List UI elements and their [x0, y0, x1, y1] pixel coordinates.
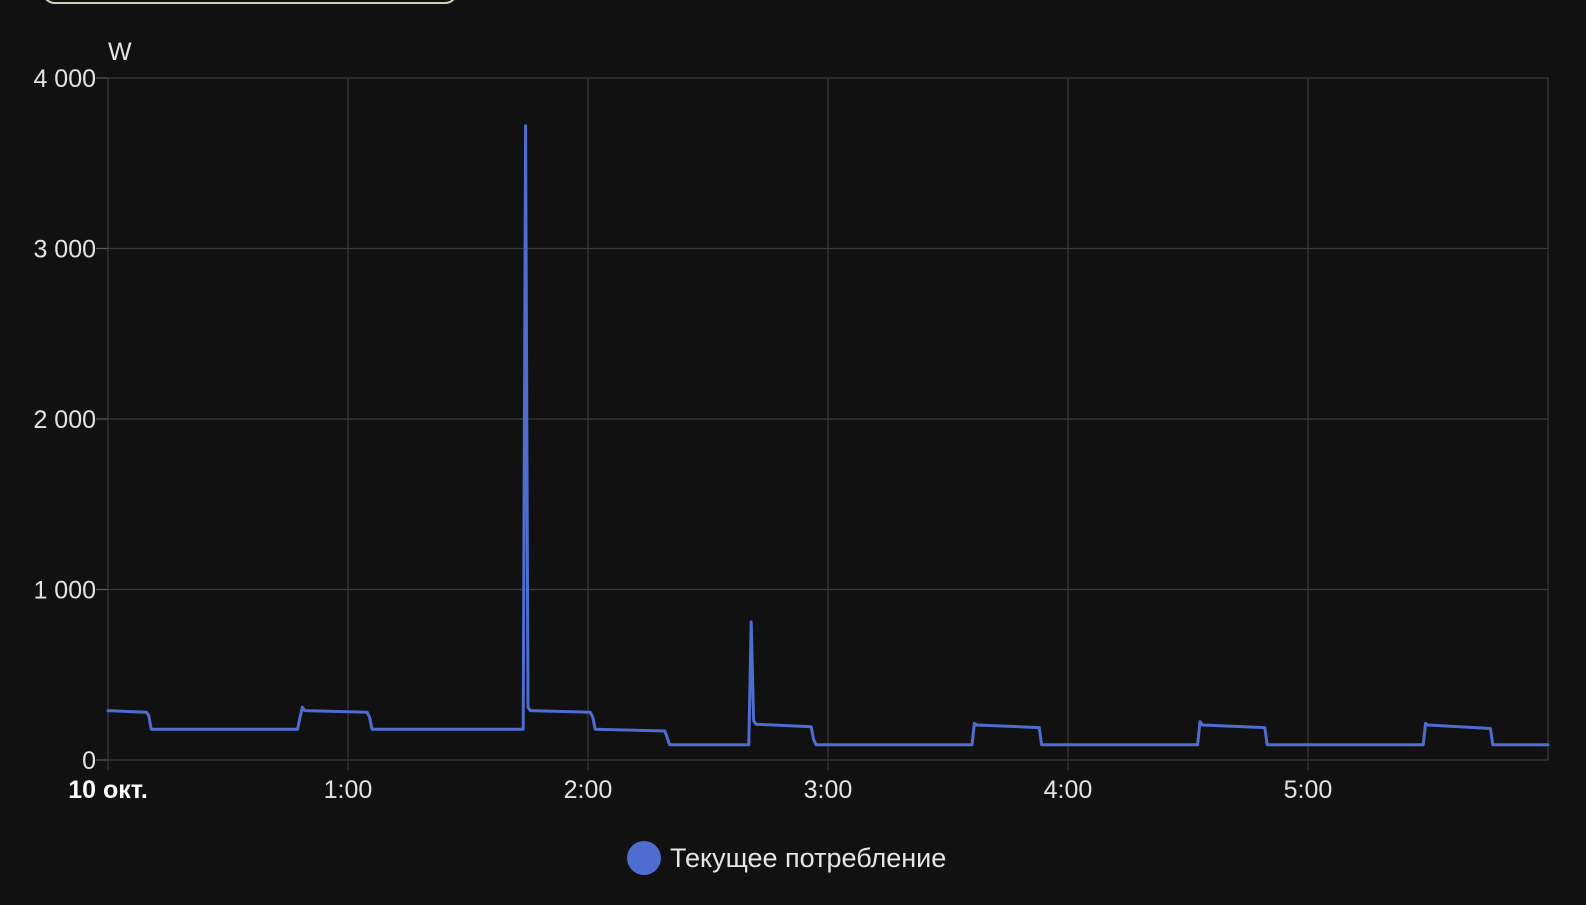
power-chart: 0 1 000 2 000 3 000 4 000 10 окт. 1:00 2:00 3:0…	[33, 38, 1550, 875]
y-tick-label: 4 000	[33, 65, 96, 93]
x-tick-label: 5:00	[1284, 776, 1333, 804]
legend-series-label[interactable]: Текущее потребление	[670, 843, 946, 873]
y-axis: 0 1 000 2 000 3 000 4 000	[33, 65, 108, 775]
legend-swatch-icon[interactable]	[627, 841, 661, 875]
x-tick-label: 1:00	[324, 776, 373, 804]
y-tick-label: 1 000	[33, 577, 96, 605]
y-tick-label: 3 000	[33, 236, 96, 264]
y-tick-label: 0	[82, 747, 96, 775]
x-tick-label-date: 10 окт.	[68, 776, 148, 804]
y-axis-unit-label: W	[108, 38, 132, 66]
legend[interactable]: Текущее потребление	[627, 841, 946, 875]
y-tick-label: 2 000	[33, 406, 96, 434]
x-axis: 10 окт. 1:00 2:00 3:00 4:00 5:00	[68, 776, 1332, 804]
x-tick-label: 4:00	[1044, 776, 1093, 804]
x-tick-label: 3:00	[804, 776, 853, 804]
x-tick-label: 2:00	[564, 776, 613, 804]
chart-grid	[107, 77, 1549, 770]
